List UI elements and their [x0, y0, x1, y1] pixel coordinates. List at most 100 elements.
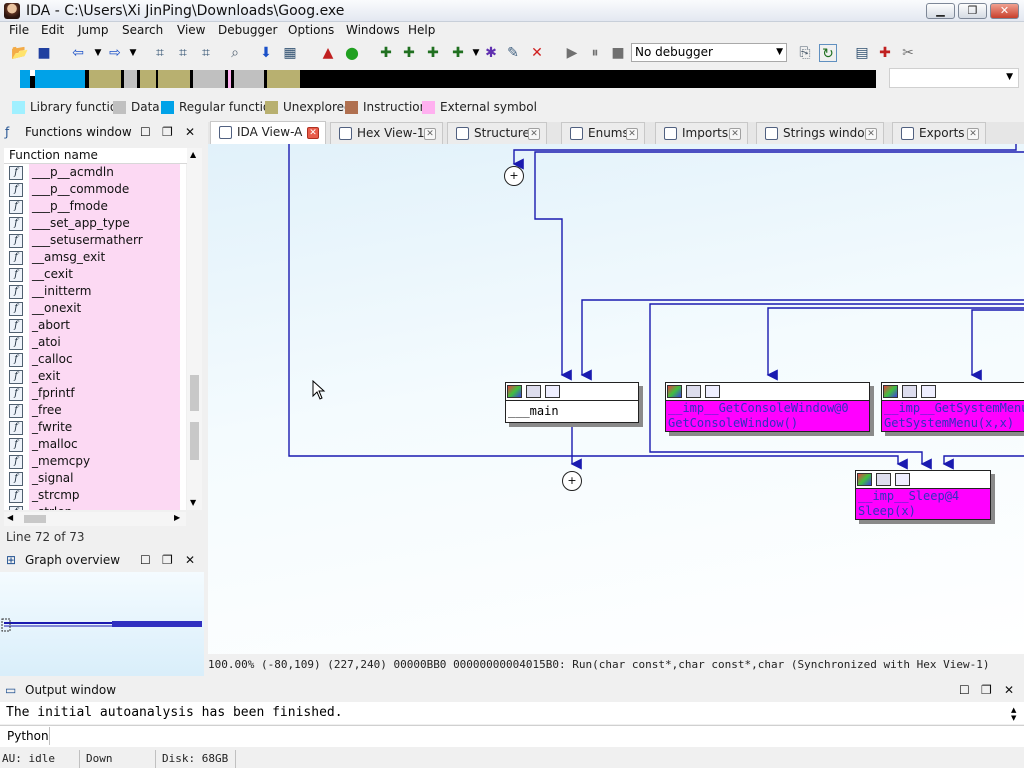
debugger-select[interactable]: No debugger ▼	[631, 43, 787, 62]
function-list-item[interactable]: f _strlen	[4, 504, 186, 510]
back-dropdown-icon[interactable]: ▼	[89, 44, 107, 62]
node-rename-icon[interactable]	[876, 473, 891, 486]
graph-junction-node[interactable]: +	[562, 471, 582, 491]
menu-windows[interactable]: Windows	[346, 23, 400, 37]
stop-icon[interactable]: ■	[609, 44, 627, 62]
node-group-icon[interactable]	[895, 473, 910, 486]
panel-close-icon[interactable]: ✕	[185, 122, 195, 142]
menu-help[interactable]: Help	[408, 23, 435, 37]
panel-restore-icon[interactable]: ❐	[981, 680, 992, 700]
python-language-button[interactable]: Python	[2, 727, 50, 745]
function-list-item[interactable]: f __onexit	[4, 300, 186, 317]
forward-dropdown-icon[interactable]: ▼	[124, 44, 142, 62]
jump-down-arrow-icon[interactable]: ⬇	[257, 44, 275, 62]
node-color-icon[interactable]	[507, 385, 522, 398]
function-list-item[interactable]: f ___p__fmode	[4, 198, 186, 215]
scrollbar-thumb[interactable]	[190, 422, 199, 460]
create-data-icon[interactable]: ✚	[449, 44, 467, 62]
graph-warning-icon[interactable]: ▲	[319, 44, 337, 62]
menu-file[interactable]: File	[9, 23, 29, 37]
graph-junction-node[interactable]: +	[504, 166, 524, 186]
function-list-item[interactable]: f ___p__acmdln	[4, 164, 186, 181]
tab-close-icon[interactable]: ✕	[528, 128, 540, 140]
minimize-button[interactable]: ▁	[926, 3, 955, 19]
output-scroll-icon[interactable]: ▲ ▼	[1011, 706, 1016, 722]
panel-float-icon[interactable]: ☐	[140, 550, 151, 570]
tab-close-icon[interactable]: ✕	[424, 128, 436, 140]
graph-node-sleep[interactable]: __imp__Sleep@4 Sleep(x)	[855, 470, 991, 520]
pause-icon[interactable]: ⏸	[586, 44, 604, 62]
asterisk-icon[interactable]: ✱	[482, 44, 500, 62]
maximize-button[interactable]: ❐	[958, 3, 987, 19]
function-name-column-header[interactable]: Function name	[4, 148, 201, 164]
debugger-options-icon[interactable]: ⎘	[796, 44, 814, 62]
node-rename-icon[interactable]	[526, 385, 541, 398]
menu-view[interactable]: View	[177, 23, 205, 37]
tab-close-icon[interactable]: ✕	[729, 128, 741, 140]
tab-close-icon[interactable]: ✕	[307, 127, 319, 139]
binary-search-icon[interactable]: ⌗	[151, 44, 169, 62]
tab-hex-view-1[interactable]: Hex View-1 ✕	[330, 122, 443, 144]
menu-search[interactable]: Search	[122, 23, 163, 37]
node-rename-icon[interactable]	[686, 385, 701, 398]
panel-restore-icon[interactable]: ❐	[162, 122, 173, 142]
tab-strings-window[interactable]: Strings window ✕	[756, 122, 884, 144]
panel-restore-icon[interactable]: ❐	[162, 550, 173, 570]
scroll-down-icon[interactable]: ▼	[190, 498, 196, 507]
tab-imports[interactable]: Imports ✕	[655, 122, 748, 144]
function-list-item[interactable]: f _malloc	[4, 436, 186, 453]
function-list-item[interactable]: f _fwrite	[4, 419, 186, 436]
tools-icon[interactable]: ✂	[899, 44, 917, 62]
node-group-icon[interactable]	[545, 385, 560, 398]
tab-structures[interactable]: Structures ✕	[447, 122, 547, 144]
scrollbar-thumb[interactable]	[24, 515, 46, 523]
notes-icon[interactable]: ▤	[853, 44, 871, 62]
create-struct-icon[interactable]: ✚	[400, 44, 418, 62]
graph-node-getsystemmenu[interactable]: __imp__GetSystemMenu@8 GetSystemMenu(x,x…	[881, 382, 1024, 432]
search-next-icon[interactable]: ⌕	[226, 44, 244, 62]
function-list-item[interactable]: f _calloc	[4, 351, 186, 368]
scroll-right-icon[interactable]: ▶	[174, 513, 180, 522]
graph-view[interactable]: + + ___main __imp__GetConsoleWindow@0 Ge…	[208, 144, 1024, 654]
node-color-icon[interactable]	[857, 473, 872, 486]
function-list-item[interactable]: f ___set_app_type	[4, 215, 186, 232]
tab-ida-view-a[interactable]: IDA View-A ✕	[210, 121, 326, 145]
graph-node-main[interactable]: ___main	[505, 382, 639, 423]
overview-viewport[interactable]	[1, 618, 11, 632]
menu-edit[interactable]: Edit	[41, 23, 64, 37]
command-line-input[interactable]	[0, 725, 1024, 747]
function-list-item[interactable]: f _free	[4, 402, 186, 419]
menu-debugger[interactable]: Debugger	[218, 23, 277, 37]
function-list-item[interactable]: f _fprintf	[4, 385, 186, 402]
edit-icon[interactable]: ✎	[504, 44, 522, 62]
back-arrow-icon[interactable]: ⇦	[69, 44, 87, 62]
function-list-item[interactable]: f _abort	[4, 317, 186, 334]
function-list-item[interactable]: f _signal	[4, 470, 186, 487]
function-list-item[interactable]: f ___p__commode	[4, 181, 186, 198]
tab-close-icon[interactable]: ✕	[865, 128, 877, 140]
functions-horizontal-scrollbar[interactable]: ◀ ▶	[4, 512, 186, 526]
node-group-icon[interactable]	[705, 385, 720, 398]
tab-enums[interactable]: Enums ✕	[561, 122, 645, 144]
menu-options[interactable]: Options	[288, 23, 334, 37]
immediate-search-icon[interactable]: ⌗	[197, 44, 215, 62]
graph-node-getconsolewindow[interactable]: __imp__GetConsoleWindow@0 GetConsoleWind…	[665, 382, 870, 432]
panel-close-icon[interactable]: ✕	[1004, 680, 1014, 700]
function-list-item[interactable]: f _exit	[4, 368, 186, 385]
node-color-icon[interactable]	[667, 385, 682, 398]
scrollbar-thumb[interactable]	[190, 375, 199, 411]
refresh-icon[interactable]: ↻	[819, 44, 837, 62]
menu-jump[interactable]: Jump	[78, 23, 108, 37]
tab-close-icon[interactable]: ✕	[626, 128, 638, 140]
close-button[interactable]: ✕	[990, 3, 1019, 19]
create-function-icon[interactable]: ✚	[377, 44, 395, 62]
function-list-item[interactable]: f __amsg_exit	[4, 249, 186, 266]
panel-close-icon[interactable]: ✕	[185, 550, 195, 570]
text-search-icon[interactable]: ⌗	[174, 44, 192, 62]
tab-exports[interactable]: Exports ✕	[892, 122, 986, 144]
undefine-x-icon[interactable]: ✕	[528, 44, 546, 62]
play-icon[interactable]: ▶	[563, 44, 581, 62]
forward-arrow-icon[interactable]: ⇨	[106, 44, 124, 62]
green-circle-icon[interactable]: ●	[343, 44, 361, 62]
function-list-item[interactable]: f ___setusermatherr	[4, 232, 186, 249]
